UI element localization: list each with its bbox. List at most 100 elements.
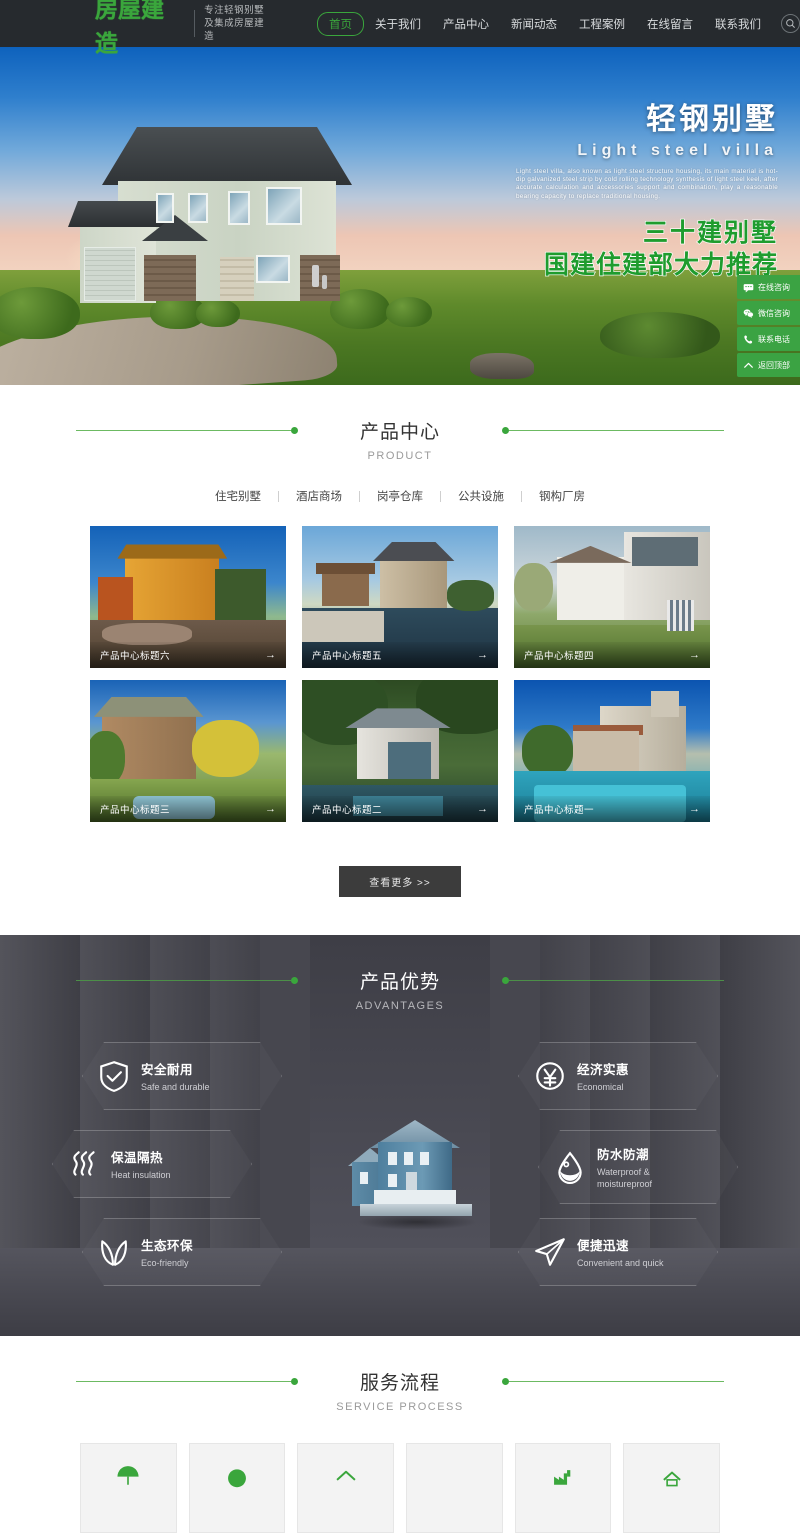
process-grid (80, 1443, 720, 1533)
product-tab-residential[interactable]: 住宅别墅 (198, 488, 278, 504)
product-tab-booth-warehouse[interactable]: 岗亭仓库 (360, 488, 440, 504)
logo-text: 房屋建造 (95, 0, 164, 57)
process-card[interactable] (297, 1443, 394, 1533)
house-roof (102, 127, 352, 185)
product-card[interactable]: 产品中心标题二 → (302, 680, 498, 822)
nav-item-news[interactable]: 新闻动态 (500, 12, 568, 36)
product-card-bar: 产品中心标题四 → (514, 642, 710, 668)
decor-dot-left (290, 1378, 298, 1385)
arrow-up-icon (744, 362, 753, 368)
process-card[interactable] (80, 1443, 177, 1533)
decor-line-right (509, 430, 724, 431)
product-tab-steel-factory[interactable]: 钢构厂房 (522, 488, 602, 504)
process-title-en: SERVICE PROCESS (336, 1401, 464, 1413)
process-card[interactable] (514, 1443, 612, 1533)
float-button-back-to-top[interactable]: 返回顶部 (737, 353, 800, 377)
float-button-phone[interactable]: 联系电话 (737, 327, 800, 351)
product-title-en: PRODUCT (367, 450, 433, 462)
product-card-title: 产品中心标题六 (100, 651, 171, 662)
process-card[interactable] (623, 1443, 720, 1533)
floating-contact-panel: 在线咨询 微信咨询 联系电话 返回顶部 (737, 275, 800, 379)
house-window (388, 1174, 397, 1187)
decor-dot-right (502, 1378, 509, 1385)
advantage-title-en: Convenient and quick (577, 1258, 664, 1268)
hero-house-illustration (60, 115, 390, 330)
house-window (188, 193, 208, 223)
float-button-online-consult[interactable]: 在线咨询 (737, 275, 800, 299)
house-window (156, 193, 174, 223)
product-card-title: 产品中心标题三 (100, 805, 171, 816)
view-more-button[interactable]: 查看更多 >> (339, 866, 461, 897)
product-card-title: 产品中心标题二 (312, 805, 383, 816)
advantage-title-en: Heat insulation (111, 1170, 171, 1180)
house-window (360, 1172, 368, 1184)
house-icon (662, 1471, 681, 1487)
advantage-item-waterproof[interactable]: 防水防潮 Waterproof & moistureproof (538, 1130, 738, 1204)
hero-shrub (600, 312, 720, 358)
search-button[interactable] (781, 14, 800, 33)
advantage-item-economical[interactable]: 经济实惠 Economical (518, 1042, 718, 1110)
main-nav: 首页 关于我们 产品中心 新闻动态 工程案例 在线留言 联系我们 (317, 11, 800, 36)
house-garage-door (84, 247, 136, 301)
shield-check-icon (100, 1061, 128, 1092)
advantages-title-cn: 产品优势 (359, 971, 440, 993)
product-card[interactable]: 产品中心标题三 → (90, 680, 286, 822)
hero-banner[interactable]: 轻钢别墅 Light steel villa Light steel villa… (0, 47, 800, 385)
house-window (420, 1152, 429, 1165)
leaf-icon (101, 1240, 127, 1266)
nav-item-products[interactable]: 产品中心 (432, 12, 500, 36)
service-process-section: 服务流程 SERVICE PROCESS (0, 1336, 800, 1533)
house-window (256, 255, 290, 283)
logo-tagline: 专注轻钢别墅 及集成房屋建造 (204, 4, 272, 43)
decor-dot-left (290, 977, 298, 984)
product-section: 产品中心 PRODUCT 住宅别墅 酒店商场 岗亭仓库 公共设施 钢构厂房 产品… (0, 385, 800, 935)
circle-icon (228, 1469, 246, 1488)
decor-dot-right (502, 427, 509, 434)
phone-icon (744, 335, 753, 344)
nav-item-home[interactable]: 首页 (317, 11, 364, 36)
product-card[interactable]: 产品中心标题四 → (514, 526, 710, 668)
hero-text-block: 轻钢别墅 Light steel villa Light steel villa… (516, 102, 778, 281)
advantage-title-en: Economical (577, 1082, 624, 1092)
house-door (406, 1172, 417, 1190)
hero-title-cn: 轻钢别墅 (646, 102, 778, 137)
advantages-body: 安全耐用 Safe and durable 保温隔热 Heat insulati… (52, 1042, 740, 1292)
advantage-title-cn: 生态环保 (141, 1239, 194, 1253)
advantage-item-eco-friendly[interactable]: 生态环保 Eco-friendly (82, 1218, 282, 1286)
float-button-wechat[interactable]: 微信咨询 (737, 301, 800, 325)
logo[interactable]: 房屋建造 专注轻钢别墅 及集成房屋建造 (95, 0, 272, 58)
process-card[interactable] (188, 1443, 286, 1533)
product-card-arrow-icon: → (265, 802, 276, 815)
wechat-icon (743, 308, 754, 318)
product-card-arrow-icon: → (265, 648, 276, 661)
product-card-arrow-icon: → (689, 648, 700, 661)
product-tab-hotel-mall[interactable]: 酒店商场 (279, 488, 359, 504)
product-grid: 产品中心标题六 → 产品中心标题五 → 产品中心标题四 → 产品中心标题三 → … (90, 526, 710, 822)
house-stone-wall (144, 255, 196, 301)
hero-paragraph: Light steel villa, also known as light s… (516, 168, 778, 200)
advantage-title-cn: 安全耐用 (141, 1063, 194, 1077)
product-card[interactable]: 产品中心标题六 → (90, 526, 286, 668)
process-card[interactable] (405, 1443, 503, 1533)
advantage-title-cn: 防水防潮 (597, 1148, 650, 1162)
product-card-bar: 产品中心标题五 → (302, 642, 498, 668)
product-card[interactable]: 产品中心标题五 → (302, 526, 498, 668)
nav-item-message[interactable]: 在线留言 (636, 12, 704, 36)
advantage-item-heat-insulation[interactable]: 保温隔热 Heat insulation (52, 1130, 252, 1198)
house-person-adult (312, 265, 319, 287)
product-card-arrow-icon: → (477, 648, 488, 661)
house-window (228, 191, 250, 225)
product-card-arrow-icon: → (477, 802, 488, 815)
house-stone-wall (300, 255, 340, 301)
advantage-item-convenient-quick[interactable]: 便捷迅速 Convenient and quick (518, 1218, 718, 1286)
advantage-text: 生态环保 Eco-friendly (141, 1235, 193, 1269)
product-card[interactable]: 产品中心标题一 → (514, 680, 710, 822)
advantage-text: 防水防潮 Waterproof & moistureproof (597, 1144, 702, 1190)
nav-item-contact[interactable]: 联系我们 (704, 12, 772, 36)
advantage-item-safe-durable[interactable]: 安全耐用 Safe and durable (82, 1042, 282, 1110)
nav-item-about[interactable]: 关于我们 (364, 12, 432, 36)
hero-rock (470, 353, 534, 379)
product-category-tabs: 住宅别墅 酒店商场 岗亭仓库 公共设施 钢构厂房 (0, 488, 800, 504)
nav-item-cases[interactable]: 工程案例 (568, 12, 636, 36)
product-tab-public-facility[interactable]: 公共设施 (441, 488, 521, 504)
